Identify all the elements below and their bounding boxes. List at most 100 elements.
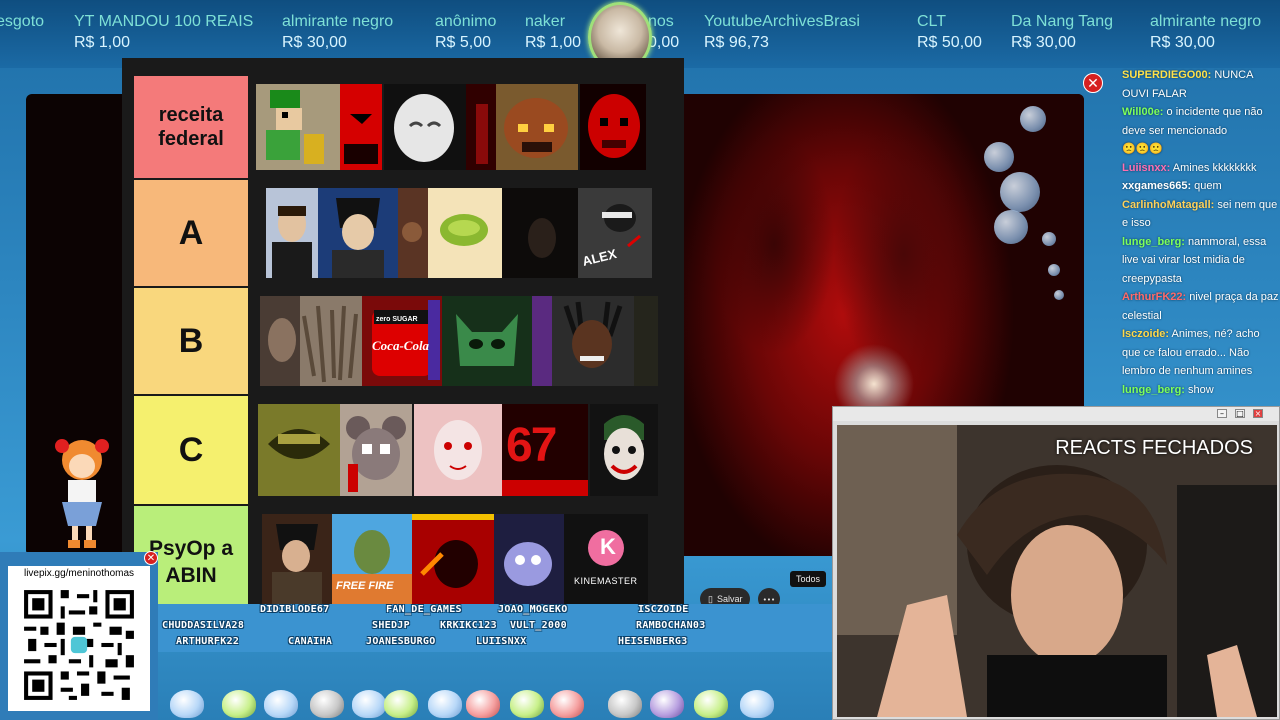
tier-label-a: A	[134, 180, 248, 286]
tier-item-image[interactable]	[442, 296, 532, 386]
tier-item-image[interactable]	[384, 84, 466, 170]
tier-item-image[interactable]	[494, 514, 564, 610]
cartoon-mouse-icon	[340, 404, 412, 496]
donation-item: naker R$ 1,00	[525, 12, 581, 52]
kinemaster-logo-icon	[564, 514, 648, 606]
chat-message: lunge_berg: show	[1114, 381, 1280, 400]
anime-character-icon	[318, 188, 398, 278]
tier-item-image[interactable]: ALEX	[578, 188, 652, 278]
cola-caption: Coca-Cola	[372, 338, 430, 353]
chat-text: 🙁🙁🙁	[1122, 143, 1164, 155]
free-fire-caption: FREE FIRE	[336, 580, 394, 592]
donation-value: R$ 1,00	[525, 34, 582, 51]
qr-close-button[interactable]: ✕	[144, 551, 158, 565]
webcam-titlebar[interactable]: – □ ×	[833, 407, 1279, 421]
bubble-decoration	[984, 142, 1014, 172]
slime-icon	[740, 690, 774, 718]
close-icon[interactable]: ×	[1253, 409, 1263, 418]
webcam-feed: REACTS FECHADOS	[837, 425, 1277, 717]
chat-username[interactable]: xxgames665:	[1122, 180, 1191, 192]
donor-name: esgoto	[0, 13, 45, 30]
tier-item-image[interactable]	[552, 296, 634, 386]
maximize-icon[interactable]: □	[1235, 409, 1245, 418]
man-portrait-icon	[266, 188, 318, 278]
tier-item-image[interactable]	[340, 84, 382, 170]
tier-item-image[interactable]	[256, 84, 340, 170]
donor-name: Da Nang Tang	[1011, 13, 1113, 30]
kinemaster-letter: K	[600, 534, 616, 559]
tier-item-image[interactable]	[398, 188, 428, 278]
tier-item-image[interactable]	[300, 296, 362, 386]
overlay-close-button[interactable]: ✕	[1083, 73, 1103, 93]
qr-code[interactable]	[8, 579, 150, 711]
more-dots-icon: •••	[762, 596, 776, 604]
subscriber-name: JOANESBURGO	[366, 636, 436, 647]
kinemaster-caption: KINEMASTER	[574, 576, 638, 586]
tier-item-image[interactable]	[580, 84, 646, 170]
tier-item-image[interactable]	[496, 84, 578, 170]
dark-strip-icon	[634, 296, 658, 386]
chat-username[interactable]: Will00e:	[1122, 106, 1163, 118]
tier-item-image[interactable]: FREE FIRE	[332, 514, 412, 610]
tier-item-image[interactable]	[412, 514, 494, 610]
chat-username[interactable]: lunge_berg:	[1122, 384, 1185, 396]
chat-message: CarlinhoMatagall: sei nem que e isso	[1114, 196, 1280, 233]
purple-strip-icon	[532, 296, 552, 386]
slime-icon	[550, 690, 584, 718]
donation-value: R$ 5,00	[435, 34, 492, 51]
chat-panel: SUPERDIEGO00: NUNCA OUVI FALAR Will00e: …	[1114, 66, 1280, 406]
slime-icon	[352, 690, 386, 718]
bubble-decoration	[1042, 232, 1056, 246]
donation-value: R$ 50,00	[917, 34, 982, 51]
tier-item-image[interactable]	[466, 84, 496, 170]
subscriber-name: ARTHURFK22	[176, 636, 240, 647]
bubble-decoration	[994, 210, 1028, 244]
tier-item-image[interactable]	[634, 296, 658, 386]
donation-item: esgoto	[0, 12, 44, 33]
subscriber-name: KRKIKC123	[440, 620, 497, 631]
webcam-window: – □ × REACTS FECHADOS	[832, 406, 1280, 720]
bubble-decoration	[1048, 264, 1060, 276]
bubble-decoration	[1020, 106, 1046, 132]
youtube-filter-todos[interactable]: Todos	[790, 571, 827, 587]
chat-username[interactable]: Luiisnxx:	[1122, 162, 1170, 174]
joker-icon	[590, 404, 658, 496]
chat-username[interactable]: SUPERDIEGO00:	[1122, 69, 1211, 81]
subscriber-name: HEISENBERG3	[618, 636, 688, 647]
donation-item: anônimo R$ 5,00	[435, 12, 496, 52]
minimize-icon[interactable]: –	[1217, 409, 1227, 418]
donation-item: nos 0,00	[648, 12, 679, 52]
subscriber-name: CHUDDASILVA28	[162, 620, 245, 631]
tier-item-image[interactable]	[428, 188, 502, 278]
bubble-decoration	[1000, 172, 1040, 212]
donation-value: R$ 30,00	[282, 34, 347, 51]
tier-item-image[interactable]	[318, 188, 398, 278]
tier-item-image[interactable]: 67	[502, 404, 588, 496]
tier-item-image[interactable]	[258, 404, 340, 496]
tier-item-image[interactable]	[266, 188, 318, 278]
tier-item-image[interactable]	[590, 404, 658, 496]
tier-item-image[interactable]: zero SUGAR Coca-Cola	[362, 296, 442, 386]
chat-username[interactable]: CarlinhoMatagall:	[1122, 199, 1214, 211]
green-blob-icon	[428, 188, 502, 278]
chat-username[interactable]: ArthurFK22:	[1122, 291, 1186, 303]
chat-message: Luiisnxx: Amines kkkkkkkk	[1114, 159, 1280, 178]
tier-item-image[interactable]	[414, 404, 502, 496]
slime-icon	[510, 690, 544, 718]
chat-username[interactable]: Isczoide:	[1122, 328, 1169, 340]
chat-username[interactable]: lunge_berg:	[1122, 236, 1185, 248]
chat-message: lunge_berg: nammoral, essa live vai vira…	[1114, 233, 1280, 289]
tier-item-image[interactable]	[502, 188, 578, 278]
subscriber-name: FAN_DE_GAMES	[386, 604, 462, 615]
tier-label-receita-federal: receita federal	[134, 76, 248, 178]
streamer-person-icon	[837, 425, 1277, 717]
purple-creature-icon	[494, 514, 564, 606]
tier-item-image[interactable]	[532, 296, 552, 386]
tier-item-image[interactable]	[340, 404, 412, 496]
donation-value: R$ 1,00	[74, 34, 131, 51]
tier-item-image[interactable]	[260, 296, 300, 386]
tier-item-image[interactable]	[262, 514, 332, 610]
subscriber-name: JOAO_MOGEKO	[498, 604, 568, 615]
tier-item-image[interactable]: K KINEMASTER	[564, 514, 648, 610]
brown-texture-icon	[398, 188, 428, 278]
